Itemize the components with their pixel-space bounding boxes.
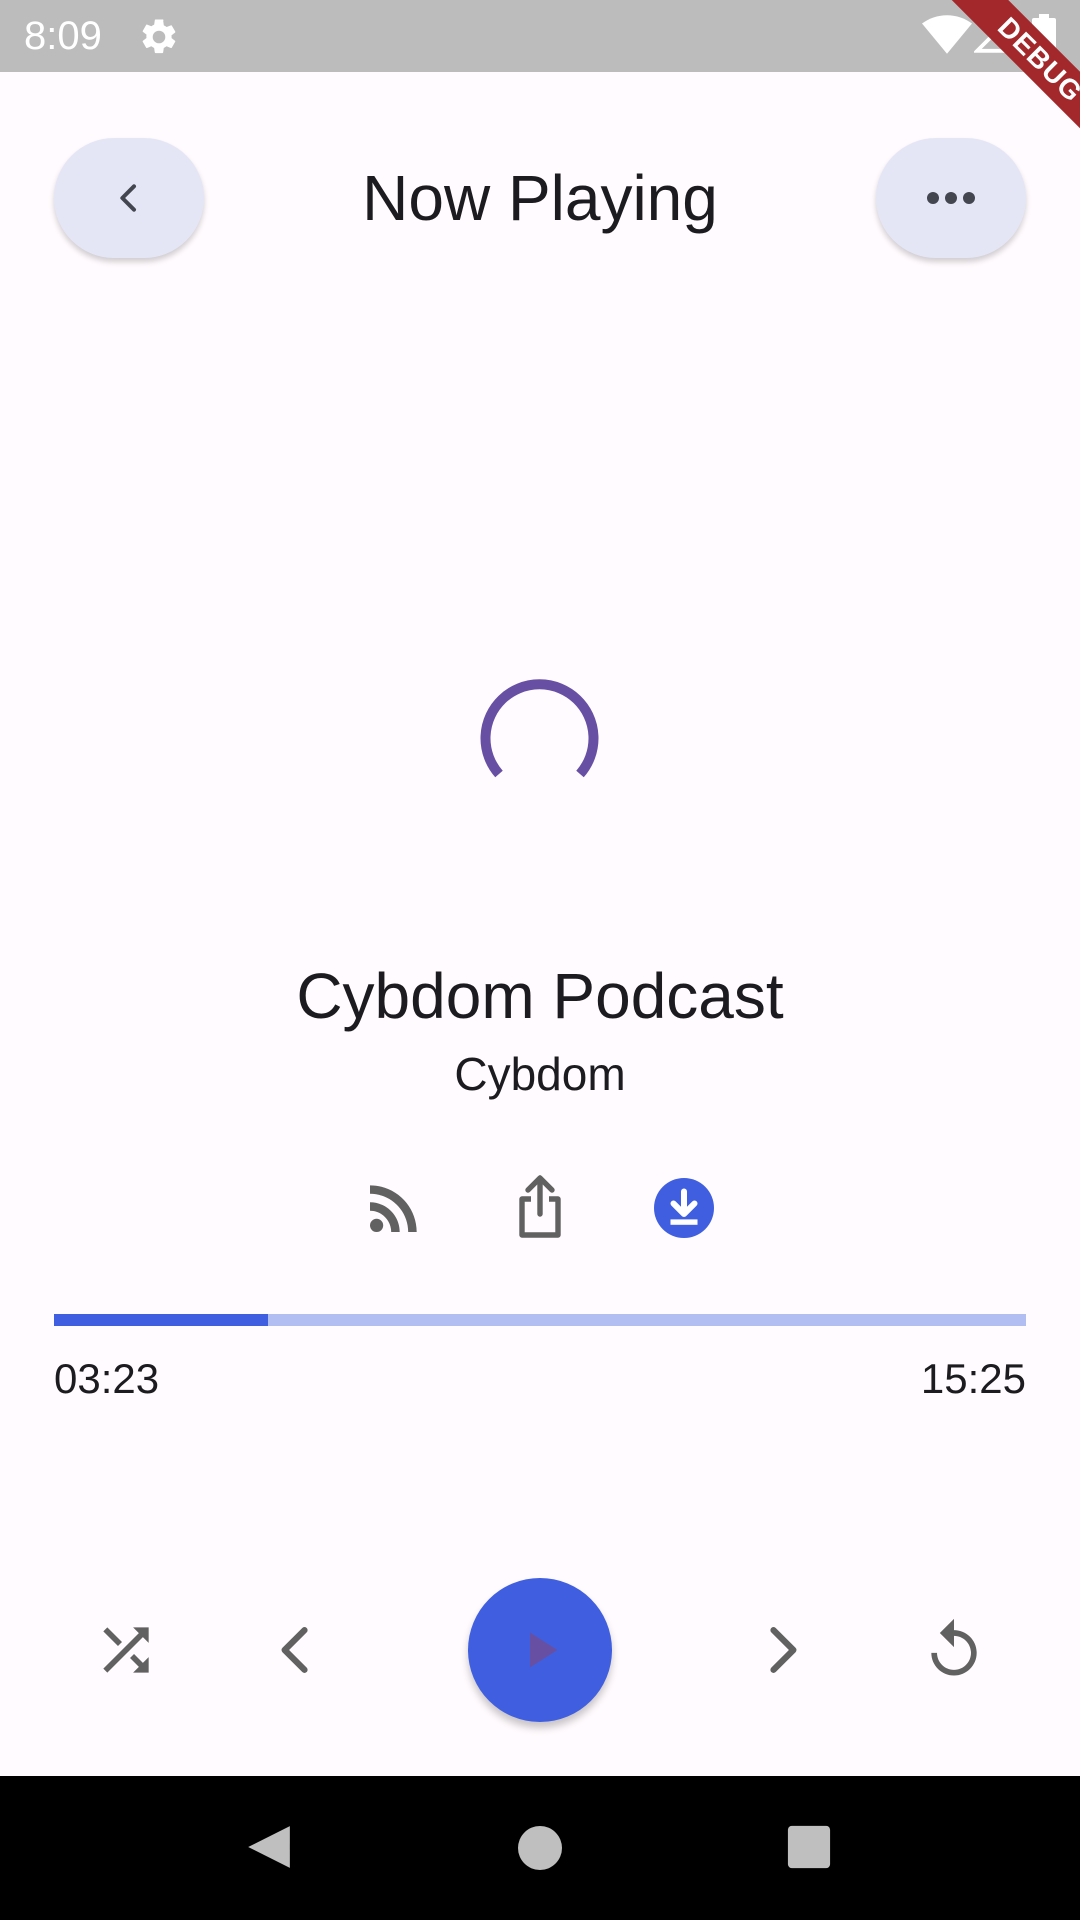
previous-button[interactable] (262, 1616, 330, 1684)
status-time: 8:09 (24, 14, 102, 58)
share-icon[interactable] (504, 1172, 576, 1244)
track-artist: Cybdom (454, 1048, 626, 1100)
chevron-left-icon (120, 184, 136, 212)
wifi-icon (922, 15, 972, 54)
back-button[interactable] (54, 138, 204, 258)
play-button[interactable] (468, 1578, 612, 1722)
back-icon[interactable] (244, 1822, 294, 1872)
gear-icon (142, 19, 176, 54)
progress-slider[interactable] (54, 1314, 1026, 1326)
home-icon[interactable] (516, 1824, 564, 1872)
status-bar: 8:09 DEBUG (0, 0, 1080, 159)
shuffle-icon[interactable] (92, 1616, 160, 1684)
more-horizontal-icon (927, 192, 975, 204)
track-title: Cybdom Podcast (296, 960, 784, 1032)
page-title: Now Playing (362, 162, 718, 234)
replay-icon[interactable] (920, 1616, 988, 1684)
rss-icon[interactable] (358, 1172, 430, 1244)
more-options-button[interactable] (876, 138, 1026, 258)
next-button[interactable] (748, 1616, 816, 1684)
progress-fill (54, 1314, 268, 1326)
total-time: 15:25 (920, 1355, 1026, 1402)
current-time: 03:23 (54, 1355, 160, 1402)
download-icon[interactable] (648, 1172, 720, 1244)
play-icon (530, 1632, 558, 1668)
circular-progress-icon (480, 679, 599, 778)
recents-icon[interactable] (786, 1824, 832, 1870)
